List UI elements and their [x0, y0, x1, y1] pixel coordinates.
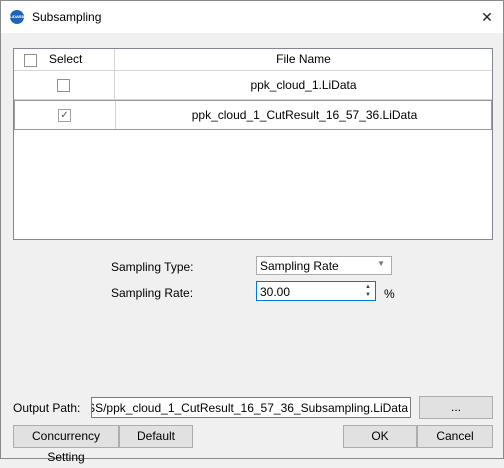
select-all-checkbox[interactable] [24, 54, 37, 67]
spin-buttons[interactable]: ▲ ▼ [363, 283, 373, 299]
select-cell: ✓ [15, 101, 116, 129]
spin-up-icon[interactable]: ▲ [363, 283, 373, 291]
title-bar: LiDAR360 Subsampling ✕ [1, 1, 503, 33]
table-header: Select File Name [14, 49, 492, 71]
table-row[interactable]: ✓ ppk_cloud_1_CutResult_16_57_36.LiData [14, 100, 492, 130]
output-path-value: ata/GNSS/ppk_cloud_1_CutResult_16_57_36_… [92, 401, 408, 415]
concurrency-setting-button[interactable]: Concurrency Setting [13, 425, 119, 464]
select-cell [14, 71, 115, 99]
spin-down-icon[interactable]: ▼ [363, 291, 373, 299]
close-button[interactable]: ✕ [471, 1, 503, 33]
row-checkbox-checked[interactable]: ✓ [58, 109, 71, 122]
app-logo-icon: LiDAR360 [10, 10, 24, 24]
sampling-type-value: Sampling Rate [260, 259, 339, 273]
sampling-type-label: Sampling Type: [111, 260, 194, 274]
dialog-title: Subsampling [32, 10, 102, 24]
chevron-down-icon: ▼ [377, 259, 385, 268]
output-path-label: Output Path: [13, 401, 81, 415]
column-header-file-name[interactable]: File Name [115, 49, 492, 70]
select-column-label: Select [49, 52, 83, 66]
output-path-input[interactable]: ata/GNSS/ppk_cloud_1_CutResult_16_57_36_… [91, 397, 411, 418]
file-name-cell: ppk_cloud_1.LiData [250, 78, 357, 92]
default-button[interactable]: Default [119, 425, 193, 448]
file-name-cell: ppk_cloud_1_CutResult_16_57_36.LiData [191, 108, 418, 122]
browse-button[interactable]: ... [419, 396, 493, 419]
table-row[interactable]: ppk_cloud_1.LiData [14, 71, 492, 100]
row-checkbox[interactable] [57, 79, 70, 92]
column-header-select[interactable]: Select [14, 49, 115, 70]
ok-button[interactable]: OK [343, 425, 417, 448]
file-table: Select File Name ppk_cloud_1.LiData ✓ pp… [13, 48, 493, 240]
sampling-rate-label: Sampling Rate: [111, 286, 194, 300]
cancel-button[interactable]: Cancel [417, 425, 493, 448]
sampling-rate-value: 30.00 [260, 285, 291, 299]
percent-unit-label: % [384, 287, 395, 301]
sampling-rate-spinbox[interactable]: 30.00 ▲ ▼ [256, 281, 376, 301]
sampling-type-dropdown[interactable]: Sampling Rate ▼ [256, 256, 392, 275]
subsampling-dialog: LiDAR360 Subsampling ✕ Select File Name … [0, 0, 504, 464]
